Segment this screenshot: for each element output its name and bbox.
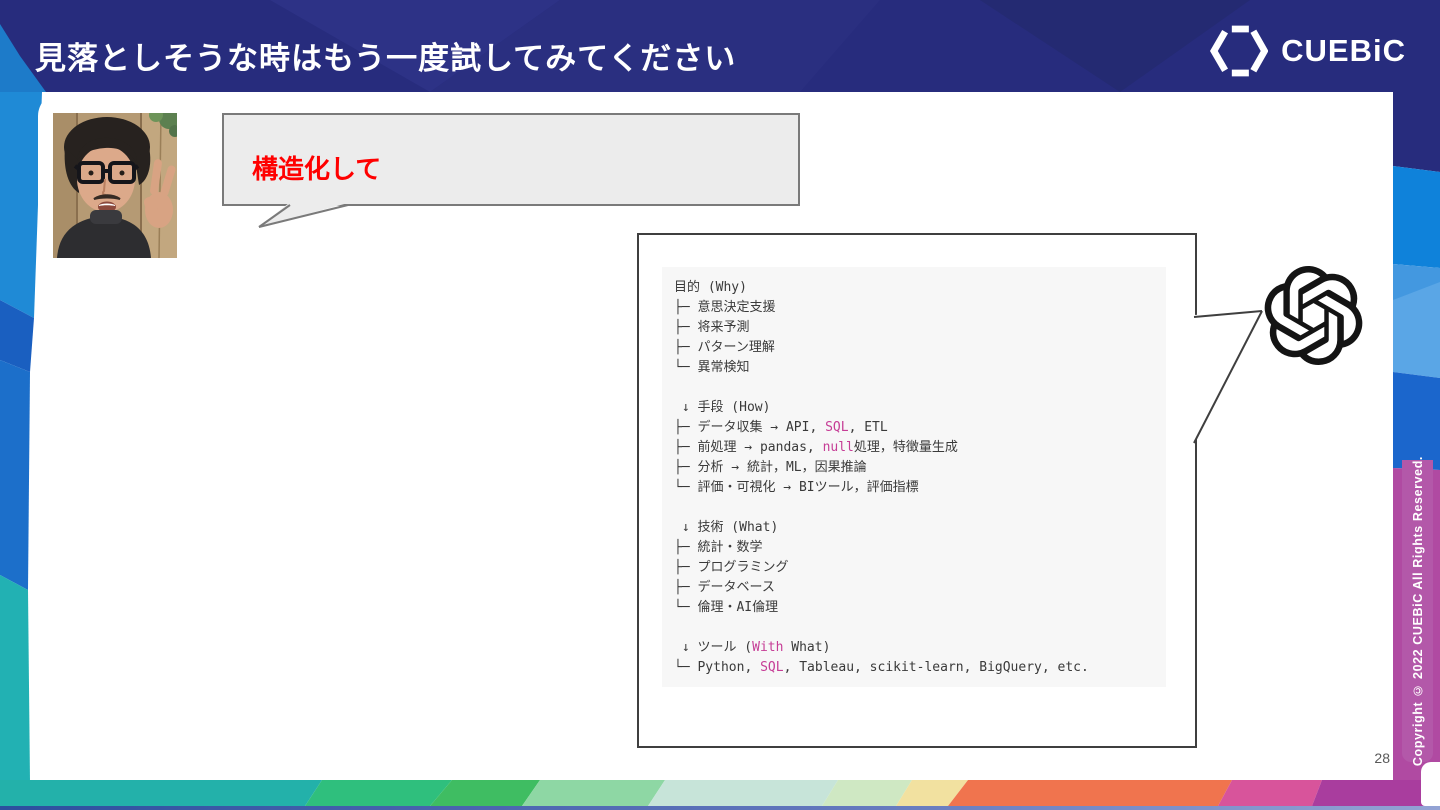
speech-bubble-tail xyxy=(258,203,349,228)
presentation-slide: 見落としそうな時はもう一度試してみてください CUEBiC 構造化して 目的 (… xyxy=(0,0,1440,810)
code-line: └─ 倫理・AI倫理 xyxy=(674,600,779,615)
openai-icon xyxy=(1264,266,1363,365)
copyright-text: Copyright © 2022 CUEBiC All Rights Reser… xyxy=(1410,455,1425,767)
page-number: 28 xyxy=(1374,750,1390,766)
page-title: 見落としそうな時はもう一度試してみてください xyxy=(35,41,737,76)
code-line: 目的 (Why) xyxy=(674,280,747,295)
code-line: ├─ データベース xyxy=(674,580,775,595)
code-line: ├─ パターン理解 xyxy=(674,340,775,355)
code-line: ↓ 技術 (What) xyxy=(674,520,779,535)
code-line: ├─ 将来予測 xyxy=(674,320,750,335)
speaker-photo xyxy=(53,113,177,258)
speech-bubble: 構造化して xyxy=(222,113,800,206)
code-block: 目的 (Why) ├─ 意思決定支援 ├─ 将来予測 ├─ パターン理解 └─ 異常検知… xyxy=(662,267,1166,687)
chatgpt-callout-tail xyxy=(1193,310,1263,444)
code-line: ├─ 意思決定支援 xyxy=(674,300,776,315)
speech-bubble-text: 構造化して xyxy=(252,154,382,184)
corner-patch xyxy=(1421,762,1440,806)
code-line: └─ Python, SQL, Tableau, scikit-learn, B… xyxy=(674,660,1089,675)
code-line: ├─ 分析 → 統計，ML，因果推論 xyxy=(674,460,867,475)
code-line: └─ 異常検知 xyxy=(674,360,750,375)
code-line: ↓ 手段 (How) xyxy=(674,400,771,415)
code-line: ├─ 前処理 → pandas, null処理，特徴量生成 xyxy=(674,440,958,455)
brand-logo: CUEBiC xyxy=(1210,25,1406,77)
brand-name: CUEBiC xyxy=(1281,33,1406,68)
code-line: ├─ プログラミング xyxy=(674,560,789,575)
cuebic-hexagon-icon xyxy=(1210,25,1269,77)
code-line: ↓ ツール (With What) xyxy=(674,640,831,655)
code-line: ├─ データ収集 → API, SQL, ETL xyxy=(674,420,888,435)
code-line: └─ 評価・可視化 → BIツール，評価指標 xyxy=(674,480,919,495)
copyright-tab: Copyright © 2022 CUEBiC All Rights Reser… xyxy=(1402,456,1433,766)
code-line: ├─ 統計・数学 xyxy=(674,540,763,555)
